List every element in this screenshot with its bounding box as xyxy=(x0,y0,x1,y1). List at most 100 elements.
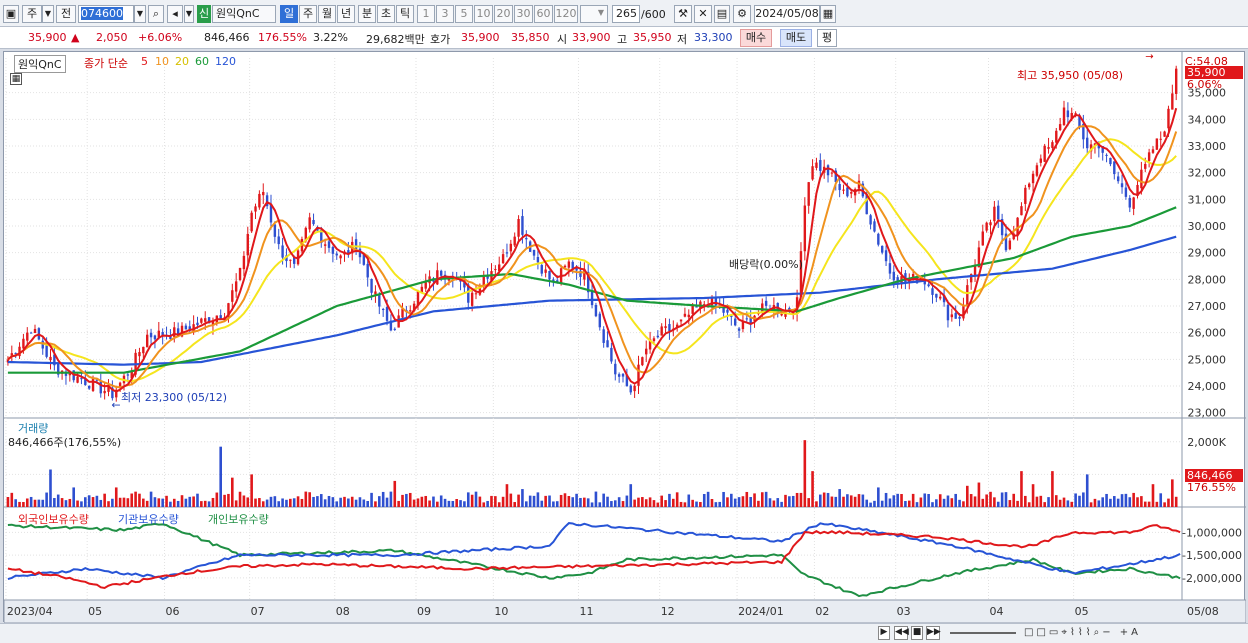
high: 35,950 xyxy=(633,31,672,44)
volume-bar xyxy=(660,495,663,507)
legend-ma5[interactable]: 5 xyxy=(141,55,148,68)
period-month[interactable]: 월 xyxy=(318,5,336,23)
volume-bar xyxy=(443,498,447,507)
volume-bar xyxy=(877,487,880,507)
volume-bar xyxy=(946,495,950,507)
candle-body xyxy=(668,324,671,332)
volume-bar xyxy=(799,492,803,507)
legend-ma60[interactable]: 60 xyxy=(195,55,209,68)
crosshair-icon[interactable]: ✕ xyxy=(694,5,712,23)
volume-bar xyxy=(788,496,791,507)
candle-body xyxy=(312,220,315,225)
candle-body xyxy=(1113,161,1116,175)
chart-svg[interactable]: 35,00034,00033,00032,00031,00030,00029,0… xyxy=(4,52,1246,623)
volume-bar xyxy=(331,497,335,507)
num-10[interactable]: 10 xyxy=(474,5,493,23)
volume-bar xyxy=(118,497,122,507)
num-1[interactable]: 1 xyxy=(417,5,435,23)
mode-select[interactable]: 주 xyxy=(22,5,42,23)
volume-bar xyxy=(41,499,45,507)
legend-ma120[interactable]: 120 xyxy=(215,55,236,68)
sell-button[interactable]: 매도 xyxy=(780,29,812,47)
volume-bar xyxy=(393,480,397,507)
volume-bar xyxy=(420,496,424,507)
volume-bar xyxy=(362,499,366,507)
chevron-down-icon[interactable]: ▼ xyxy=(42,5,54,23)
x-tick-label: 06 xyxy=(166,605,180,618)
candle-body xyxy=(323,244,327,246)
tools-icon[interactable]: ⚒ xyxy=(674,5,692,23)
volume-bar xyxy=(432,496,435,507)
calendar-icon[interactable]: ▦ xyxy=(820,5,836,23)
foreign-line xyxy=(7,524,1181,590)
volume-bar xyxy=(1109,498,1112,507)
zoom-slider[interactable] xyxy=(950,632,1016,634)
volume-bar xyxy=(822,492,826,507)
candle-body xyxy=(966,285,969,307)
stop-icon[interactable]: ■ xyxy=(911,626,923,640)
num-60[interactable]: 60 xyxy=(534,5,553,23)
rewind-icon[interactable]: ◀◀ xyxy=(894,626,909,640)
chevron-down-icon[interactable]: ▼ xyxy=(134,5,146,23)
candle-body xyxy=(1066,110,1070,118)
candle-body xyxy=(1124,187,1128,197)
volume-bar xyxy=(656,502,660,507)
speaker-icon[interactable]: ◂ xyxy=(167,5,183,23)
num-3[interactable]: 3 xyxy=(436,5,454,23)
candle-body xyxy=(780,313,783,316)
candle-body xyxy=(617,374,621,377)
num-5[interactable]: 5 xyxy=(455,5,473,23)
volume-bar xyxy=(327,495,331,507)
period-year[interactable]: 년 xyxy=(337,5,355,23)
table-icon[interactable]: ▦ xyxy=(10,73,22,85)
ask-label: 호가 xyxy=(430,33,451,46)
chevron-down-icon[interactable]: ▼ xyxy=(594,5,608,23)
num-30[interactable]: 30 xyxy=(514,5,533,23)
play-icon[interactable]: ▶ xyxy=(878,626,890,640)
code-input[interactable]: 074600 xyxy=(78,5,134,23)
volume-bar xyxy=(1136,497,1139,507)
period-week[interactable]: 주 xyxy=(299,5,317,23)
volume-bar xyxy=(1035,496,1039,507)
chart-title[interactable]: 원익QnC xyxy=(14,55,66,73)
volume-bar xyxy=(238,491,242,507)
volume-bar xyxy=(231,477,234,507)
num-120[interactable]: 120 xyxy=(554,5,578,23)
forward-icon[interactable]: ▶▶ xyxy=(926,626,941,640)
volume-bar xyxy=(598,502,602,507)
search-icon[interactable]: ⌕ xyxy=(148,5,164,23)
legend-foreign[interactable]: 외국인보유수량 xyxy=(18,511,89,527)
chevron-down-icon[interactable]: ▼ xyxy=(184,5,194,23)
save-icon[interactable]: ▤ xyxy=(714,5,730,23)
date-input[interactable]: 2024/05/08 xyxy=(754,5,820,23)
volume-bar xyxy=(683,502,687,507)
num-20[interactable]: 20 xyxy=(494,5,513,23)
x-tick-label: 10 xyxy=(494,605,508,618)
prev-button[interactable]: 전 xyxy=(56,5,76,23)
volume-bar xyxy=(555,501,559,507)
volume-bar xyxy=(25,498,29,507)
volume-bar xyxy=(540,500,544,507)
eval-button[interactable]: 평 xyxy=(817,29,837,47)
volume-bar xyxy=(405,493,408,507)
window-icon[interactable]: ▣ xyxy=(3,5,19,23)
legend-institution[interactable]: 기관보유수량 xyxy=(118,511,179,527)
dividend-annotation: 배당락(0.00%) xyxy=(729,258,803,271)
period-day[interactable]: 일 xyxy=(280,5,298,23)
period-minute[interactable]: 분 xyxy=(358,5,376,23)
volume-bar xyxy=(532,495,536,507)
period-tick[interactable]: 틱 xyxy=(396,5,414,23)
period-second[interactable]: 초 xyxy=(377,5,395,23)
buy-button[interactable]: 매수 xyxy=(740,29,772,47)
x-tick-label: 05 xyxy=(1075,605,1089,618)
legend-ma10[interactable]: 10 xyxy=(155,55,169,68)
gear-icon[interactable]: ⚙ xyxy=(733,5,751,23)
count-input[interactable]: 265 xyxy=(612,5,640,23)
volume-bar xyxy=(261,501,265,507)
legend-ma20[interactable]: 20 xyxy=(175,55,189,68)
candle-body xyxy=(656,335,660,338)
legend-individual[interactable]: 개인보유수량 xyxy=(208,511,269,527)
candle-body xyxy=(308,217,311,230)
volume-bar xyxy=(319,494,323,507)
tool-icons[interactable]: □□▭⌖⌇⌇⌇⌕− +A xyxy=(1024,627,1141,638)
